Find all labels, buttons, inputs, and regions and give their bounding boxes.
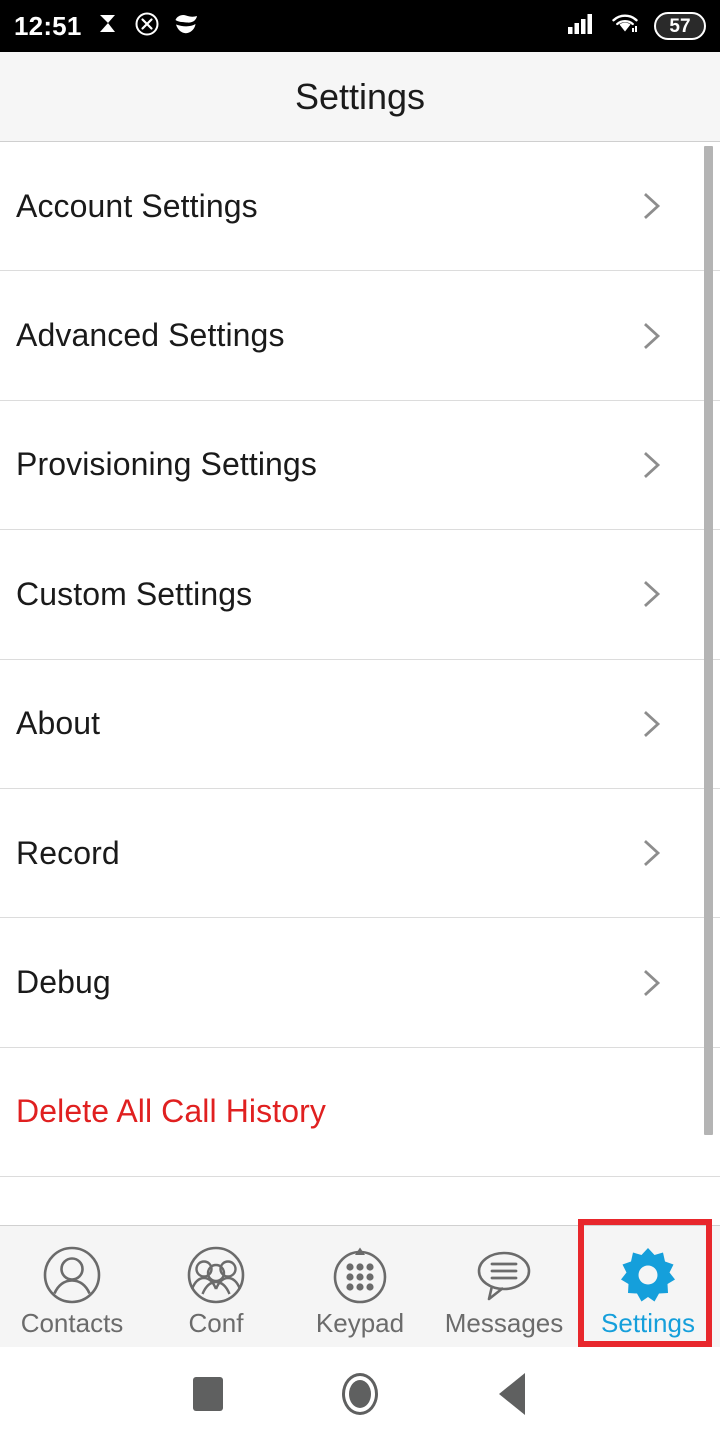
- cancel-circle-icon: [134, 11, 160, 42]
- contact-person-circle-icon: [41, 1244, 103, 1306]
- back-button[interactable]: [490, 1372, 534, 1416]
- list-item-label: Account Settings: [16, 187, 258, 224]
- list-item-about[interactable]: About: [0, 659, 720, 789]
- tab-keypad[interactable]: Keypad: [288, 1226, 432, 1347]
- list-item-label: Advanced Settings: [16, 317, 285, 354]
- chevron-right-icon: [644, 969, 661, 996]
- status-bar-right: 57: [566, 11, 706, 42]
- settings-list[interactable]: Account Settings Advanced Settings Provi…: [0, 142, 720, 1177]
- chevron-right-icon: [644, 193, 661, 220]
- battery-icon: 57: [654, 12, 706, 40]
- smiley-icon: [173, 11, 199, 42]
- list-item-label: About: [16, 705, 101, 742]
- wifi-icon: [610, 11, 640, 42]
- home-button[interactable]: [338, 1372, 382, 1416]
- chevron-right-icon: [644, 581, 661, 608]
- list-item-label: Delete All Call History: [16, 1093, 326, 1130]
- list-item-record[interactable]: Record: [0, 788, 720, 919]
- list-item-advanced-settings[interactable]: Advanced Settings: [0, 271, 720, 401]
- tab-label: Conf: [188, 1307, 244, 1338]
- status-bar: 12:51 57: [0, 0, 720, 52]
- triangle-left-icon: [499, 1372, 525, 1415]
- page-title: Settings: [294, 75, 426, 117]
- circle-icon: [342, 1372, 378, 1415]
- list-item-label: Provisioning Settings: [16, 446, 317, 483]
- status-bar-left: 12:51: [14, 11, 199, 42]
- app-bar: Settings: [0, 52, 720, 142]
- list-item-provisioning-settings[interactable]: Provisioning Settings: [0, 400, 720, 531]
- cellular-signal-icon: [566, 11, 596, 42]
- tab-contacts[interactable]: Contacts: [0, 1226, 144, 1347]
- recents-button[interactable]: [186, 1372, 230, 1416]
- tab-messages[interactable]: Messages: [432, 1226, 576, 1347]
- phone-screen: 12:51 57 Settings Account Settings Advan…: [0, 0, 720, 1440]
- keypad-dots-circle-icon: [329, 1244, 391, 1306]
- chevron-right-icon: [644, 840, 661, 867]
- battery-level: 57: [669, 15, 691, 37]
- chevron-right-icon: [644, 451, 661, 478]
- tab-label: Settings: [601, 1307, 695, 1338]
- tab-conf[interactable]: Conf: [144, 1226, 288, 1347]
- bottom-tab-bar: Contacts Conf Keypad Messages Settings: [0, 1225, 720, 1347]
- status-bar-clock: 12:51: [14, 11, 82, 41]
- gear-icon: [617, 1244, 679, 1306]
- conference-group-circle-icon: [185, 1244, 247, 1306]
- chevron-right-icon: [644, 710, 661, 737]
- list-item-label: Custom Settings: [16, 575, 253, 612]
- list-item-label: Record: [16, 834, 120, 871]
- list-item-delete-all-call-history[interactable]: Delete All Call History: [0, 1047, 720, 1177]
- tab-label: Contacts: [20, 1307, 124, 1338]
- message-bubble-icon: [473, 1244, 535, 1306]
- list-item-account-settings[interactable]: Account Settings: [0, 142, 720, 272]
- list-item-custom-settings[interactable]: Custom Settings: [0, 530, 720, 660]
- chevron-right-icon: [644, 322, 661, 349]
- tab-settings[interactable]: Settings: [576, 1226, 720, 1347]
- tab-label: Messages: [444, 1307, 564, 1338]
- pennant-icon: [95, 11, 121, 42]
- tab-label: Keypad: [315, 1307, 405, 1338]
- vertical-scrollbar[interactable]: [704, 146, 713, 1135]
- android-nav-bar: [0, 1347, 720, 1440]
- list-item-debug[interactable]: Debug: [0, 918, 720, 1048]
- list-item-label: Debug: [16, 964, 111, 1001]
- square-icon: [193, 1376, 223, 1411]
